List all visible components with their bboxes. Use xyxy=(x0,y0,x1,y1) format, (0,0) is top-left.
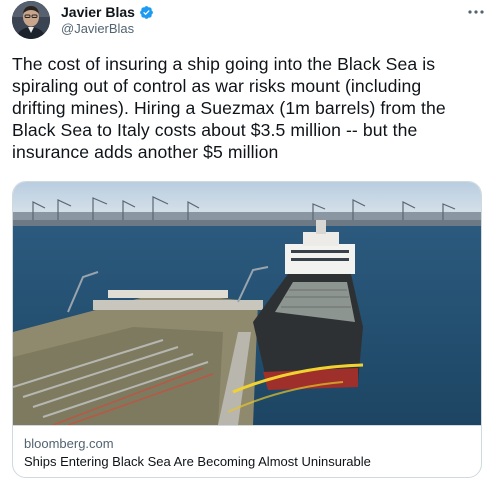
tweet-text-line: drifting mines). Hiring a Suezmax (1m ba… xyxy=(12,98,446,118)
card-image[interactable] xyxy=(13,182,481,425)
verified-badge-icon xyxy=(139,5,154,20)
card-domain: bloomberg.com xyxy=(24,436,114,451)
tweet-text-line: The cost of insuring a ship going into t… xyxy=(12,54,436,74)
card-meta[interactable]: bloomberg.com Ships Entering Black Sea A… xyxy=(13,425,481,477)
tweet-text: The cost of insuring a ship going into t… xyxy=(12,53,482,163)
author-name[interactable]: Javier Blas xyxy=(61,4,135,20)
tweet-text-line: insurance adds another $5 million xyxy=(12,142,279,162)
more-horizontal-icon xyxy=(468,10,484,14)
tweet-text-line: Black Sea to Italy costs about $3.5 mill… xyxy=(12,120,418,140)
tweet: Javier Blas @JavierBlas The cost of insu… xyxy=(0,0,492,489)
card-title: Ships Entering Black Sea Are Becoming Al… xyxy=(24,454,371,469)
author-name-row: Javier Blas xyxy=(61,4,154,20)
tanker-port-photo-icon xyxy=(13,182,481,425)
author-avatar[interactable] xyxy=(12,1,50,39)
more-options-button[interactable] xyxy=(464,2,488,22)
avatar-photo-icon xyxy=(12,1,50,39)
link-preview-card[interactable]: bloomberg.com Ships Entering Black Sea A… xyxy=(12,181,482,478)
author-handle[interactable]: @JavierBlas xyxy=(61,21,134,36)
tweet-text-line: spiraling out of control as war risks mo… xyxy=(12,76,422,96)
